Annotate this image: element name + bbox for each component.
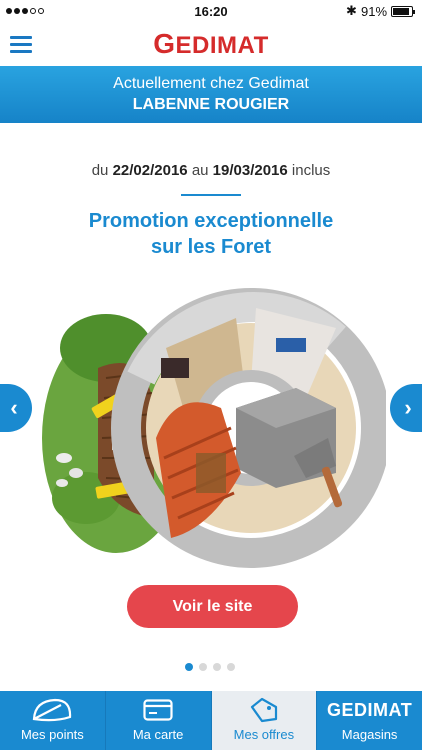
tab-magasins[interactable]: GEDIMAT Magasins: [317, 691, 422, 750]
tab-bar: Mes points Ma carte Mes offres GEDIMAT M…: [0, 691, 422, 750]
page-dot[interactable]: [227, 663, 235, 671]
tab-mes-offres[interactable]: Mes offres: [211, 691, 318, 750]
offer-dates: du 22/02/2016 au 19/03/2016 inclus: [91, 162, 331, 179]
status-time: 16:20: [194, 4, 228, 19]
chevron-right-icon: ›: [404, 395, 412, 420]
promotion-illustration: [42, 288, 386, 568]
visit-site-button[interactable]: Voir le site: [127, 585, 298, 628]
carousel-next-button[interactable]: ›: [390, 384, 422, 432]
store-banner-line1: Actuellement chez Gedimat: [113, 75, 309, 92]
tab-ma-carte[interactable]: Ma carte: [105, 691, 212, 750]
gedimat-brand-icon: GEDIMAT: [327, 699, 413, 720]
offer-start-date: 22/02/2016: [112, 162, 188, 179]
tab-label: Mes offres: [233, 727, 295, 742]
store-banner: Actuellement chez Gedimat LABENNE ROUGIE…: [0, 66, 422, 123]
status-bar: 16:20 ✱ 91%: [0, 0, 422, 24]
battery-percentage: 91%: [361, 4, 388, 19]
tag-icon: [249, 696, 279, 724]
navigation-bar: GEDIMAT: [0, 24, 422, 66]
offer-end-date: 19/03/2016: [212, 162, 288, 179]
gedimat-logo: GEDIMAT: [153, 28, 269, 59]
offer-title: Promotion exceptionnelle sur les Foret: [88, 210, 334, 258]
tab-label: Magasins: [341, 727, 398, 742]
bluetooth-icon: ✱: [346, 3, 357, 18]
page-dot[interactable]: [199, 663, 207, 671]
page-dot[interactable]: [213, 663, 221, 671]
leaf-icon: [31, 696, 73, 724]
carousel-prev-button[interactable]: ‹: [0, 384, 32, 432]
card-icon: [143, 696, 173, 724]
page-dot[interactable]: [185, 663, 193, 671]
carousel-page-indicator: [185, 663, 235, 671]
chevron-left-icon: ‹: [10, 395, 18, 420]
title-divider: [181, 194, 241, 196]
battery-icon: [391, 6, 415, 17]
tab-label: Mes points: [20, 727, 84, 742]
tab-label: Ma carte: [132, 727, 184, 742]
tab-mes-points[interactable]: Mes points: [0, 691, 106, 750]
store-name: LABENNE ROUGIER: [132, 96, 290, 113]
